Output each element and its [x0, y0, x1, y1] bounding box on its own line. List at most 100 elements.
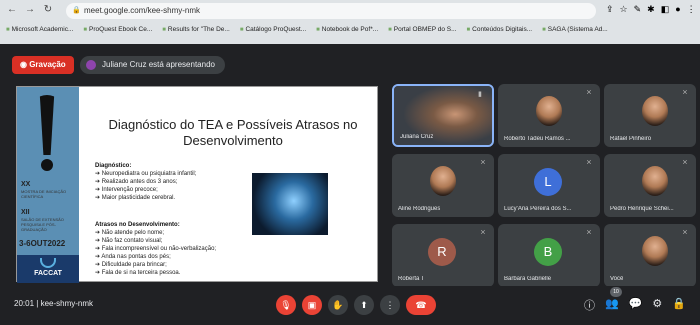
chat-icon[interactable]: 💬 — [629, 297, 643, 313]
list-item: Não faz contato visual; — [95, 237, 216, 245]
participant-name: Aline Rodrigues — [398, 206, 441, 212]
participant-photo — [642, 166, 668, 196]
participant-name: Rafael Pinheiro — [610, 136, 652, 142]
bookmarks-bar: Microsoft Academic... ProQuest Ebook Ce.… — [6, 26, 608, 33]
exclamation-icon — [39, 95, 55, 155]
lock-icon: 🔒 — [72, 7, 81, 14]
list-item: Maior plasticidade cerebral. — [95, 194, 196, 202]
participant-photo — [642, 96, 668, 126]
list-item: Não atende pelo nome; — [95, 229, 216, 237]
list-item: Anda nas pontas dos pés; — [95, 253, 216, 261]
participant-tile[interactable]: ▮ Juliana Cruz — [392, 84, 494, 147]
participant-name: Barbara Gabrielle — [504, 276, 552, 282]
recording-badge[interactable]: ◉ Gravação — [12, 56, 74, 74]
sidepanel-icon[interactable]: ◧ — [661, 4, 670, 15]
branding-xx-sub: MOSTRA DE INICIAÇÃO CIENTÍFICA — [21, 189, 67, 199]
mic-off-button[interactable]: 🎙 — [276, 295, 296, 315]
list-item: Realizado antes dos 3 anos; — [95, 178, 196, 186]
list-item: Fala de si na terceira pessoa. — [95, 269, 216, 277]
more-options-button[interactable]: ⋮ — [380, 295, 400, 315]
atrasos-list: Não atende pelo nome; Não faz contato vi… — [95, 229, 216, 277]
call-controls: 🎙 ▣ ✋ ⬆ ⋮ ☎ — [276, 295, 436, 315]
list-item: Dificuldade para brincar; — [95, 261, 216, 269]
bookmark-item[interactable]: Microsoft Academic... — [6, 26, 74, 33]
participant-name: Você — [610, 276, 624, 282]
record-icon: ◉ — [20, 60, 30, 69]
participant-name: Lucy'Ana Pereira dos S... — [504, 206, 572, 212]
participant-avatar: R — [428, 238, 456, 266]
mic-off-icon: ⨯ — [586, 89, 592, 96]
list-item: Intervenção precoce; — [95, 186, 196, 194]
participant-avatar: L — [534, 168, 562, 196]
star-icon[interactable]: ☆ — [620, 4, 628, 15]
meet-stage: ◉ Gravação Juliane Cruz está apresentand… — [0, 44, 700, 325]
branding-xx: XX — [21, 181, 31, 188]
participant-name: Roberta T — [398, 276, 425, 282]
share-icon[interactable]: ⇪ — [606, 4, 614, 15]
activities-icon[interactable]: ⚙ — [652, 297, 662, 313]
lock-icon[interactable]: 🔒 — [672, 297, 686, 313]
bookmark-item[interactable]: Notebook de Pof*... — [316, 26, 378, 33]
logo-text: FACCAT — [34, 270, 62, 277]
participant-name: Juliana Cruz — [400, 134, 434, 140]
mic-off-icon: ⨯ — [586, 159, 592, 166]
bookmark-item[interactable]: Results for "The De... — [162, 26, 230, 33]
bookmark-item[interactable]: Conteúdos Digitais... — [467, 26, 532, 33]
branding-date: 3-6OUT2022 — [19, 239, 66, 248]
faccat-logo: FACCAT — [17, 255, 79, 283]
atrasos-heading: Atrasos no Desenvolvimento: — [95, 222, 180, 228]
participant-tile[interactable]: B ⨯ Barbara Gabrielle — [498, 224, 600, 287]
reload-icon[interactable]: ↻ — [42, 4, 54, 15]
exclamation-dot — [41, 159, 53, 171]
bookmark-item[interactable]: ProQuest Ebook Ce... — [83, 26, 152, 33]
back-icon[interactable]: ← — [6, 4, 18, 15]
mic-off-icon: ⨯ — [480, 229, 486, 236]
address-bar[interactable]: 🔒 meet.google.com/kee-shmy-nmk — [66, 3, 596, 19]
extension-icon[interactable]: ✱ — [647, 4, 655, 15]
participant-avatar: B — [534, 238, 562, 266]
branding-xii: XII — [21, 209, 30, 216]
participant-tile[interactable]: L ⨯ Lucy'Ana Pereira dos S... — [498, 154, 600, 217]
participant-photo — [536, 96, 562, 126]
logo-mark — [40, 258, 56, 268]
participant-tile[interactable]: ⨯ Você — [604, 224, 696, 287]
menu-icon[interactable]: ⋮ — [687, 4, 696, 15]
raise-hand-button[interactable]: ✋ — [328, 295, 348, 315]
slide-branding: XX MOSTRA DE INICIAÇÃO CIENTÍFICA XII SA… — [17, 87, 79, 283]
shared-slide: XX MOSTRA DE INICIAÇÃO CIENTÍFICA XII SA… — [16, 86, 378, 283]
participant-tile[interactable]: ⨯ Aline Rodrigues — [392, 154, 494, 217]
forward-icon[interactable]: → — [24, 4, 36, 15]
participant-photo — [430, 166, 456, 196]
side-controls: ⓘ 👥 💬 ⚙ 🔒 — [584, 297, 686, 313]
list-item: Fala incompreensível ou não-verbalização… — [95, 245, 216, 253]
participant-tile[interactable]: ⨯ Roberto Tadeu Ramos ... — [498, 84, 600, 147]
participant-tile[interactable]: ⨯ Pedro Henrique Schei... — [604, 154, 696, 217]
list-item: Neuropediatra ou psiquiatra infantil; — [95, 170, 197, 178]
speaking-icon: ▮ — [478, 91, 482, 98]
info-icon[interactable]: ⓘ — [584, 297, 595, 313]
participant-tile[interactable]: R ⨯ Roberta T — [392, 224, 494, 287]
participant-tile[interactable]: ⨯ Rafael Pinheiro — [604, 84, 696, 147]
presenting-text: Juliane Cruz está apresentando — [102, 60, 215, 69]
participants-count-badge: 10 — [610, 287, 622, 297]
meet-control-bar: 20:01 | kee-shmy-nmk 🎙 ▣ ✋ ⬆ ⋮ ☎ 10 ⓘ 👥 … — [0, 286, 700, 325]
pen-icon[interactable]: ✎ — [634, 4, 642, 15]
meeting-code: kee-shmy-nmk — [40, 299, 94, 308]
bookmark-item[interactable]: SAGA (Sistema Ad... — [542, 26, 608, 33]
participant-name: Roberto Tadeu Ramos ... — [504, 136, 571, 142]
diagnostico-list: Neuropediatra ou psiquiatra infantil; Re… — [95, 170, 197, 202]
bookmark-item[interactable]: Portal OBMEP do S... — [388, 26, 457, 33]
present-button[interactable]: ⬆ — [354, 295, 374, 315]
brain-hand-image — [252, 173, 328, 235]
camera-off-button[interactable]: ▣ — [302, 295, 322, 315]
profile-avatar[interactable]: ● — [675, 4, 680, 15]
end-call-button[interactable]: ☎ — [406, 295, 436, 315]
participant-name: Pedro Henrique Schei... — [610, 206, 674, 212]
people-icon[interactable]: 👥 — [605, 297, 619, 313]
mic-off-icon: ⨯ — [682, 229, 688, 236]
presenting-banner: Juliane Cruz está apresentando — [80, 56, 225, 74]
extensions-area: ⇪ ☆ ✎ ✱ ◧ ● ⋮ — [606, 4, 696, 15]
diagnostico-heading: Diagnóstico: — [95, 163, 132, 169]
bookmark-item[interactable]: Catálogo ProQuest... — [240, 26, 306, 33]
url-text: meet.google.com/kee-shmy-nmk — [84, 6, 201, 15]
